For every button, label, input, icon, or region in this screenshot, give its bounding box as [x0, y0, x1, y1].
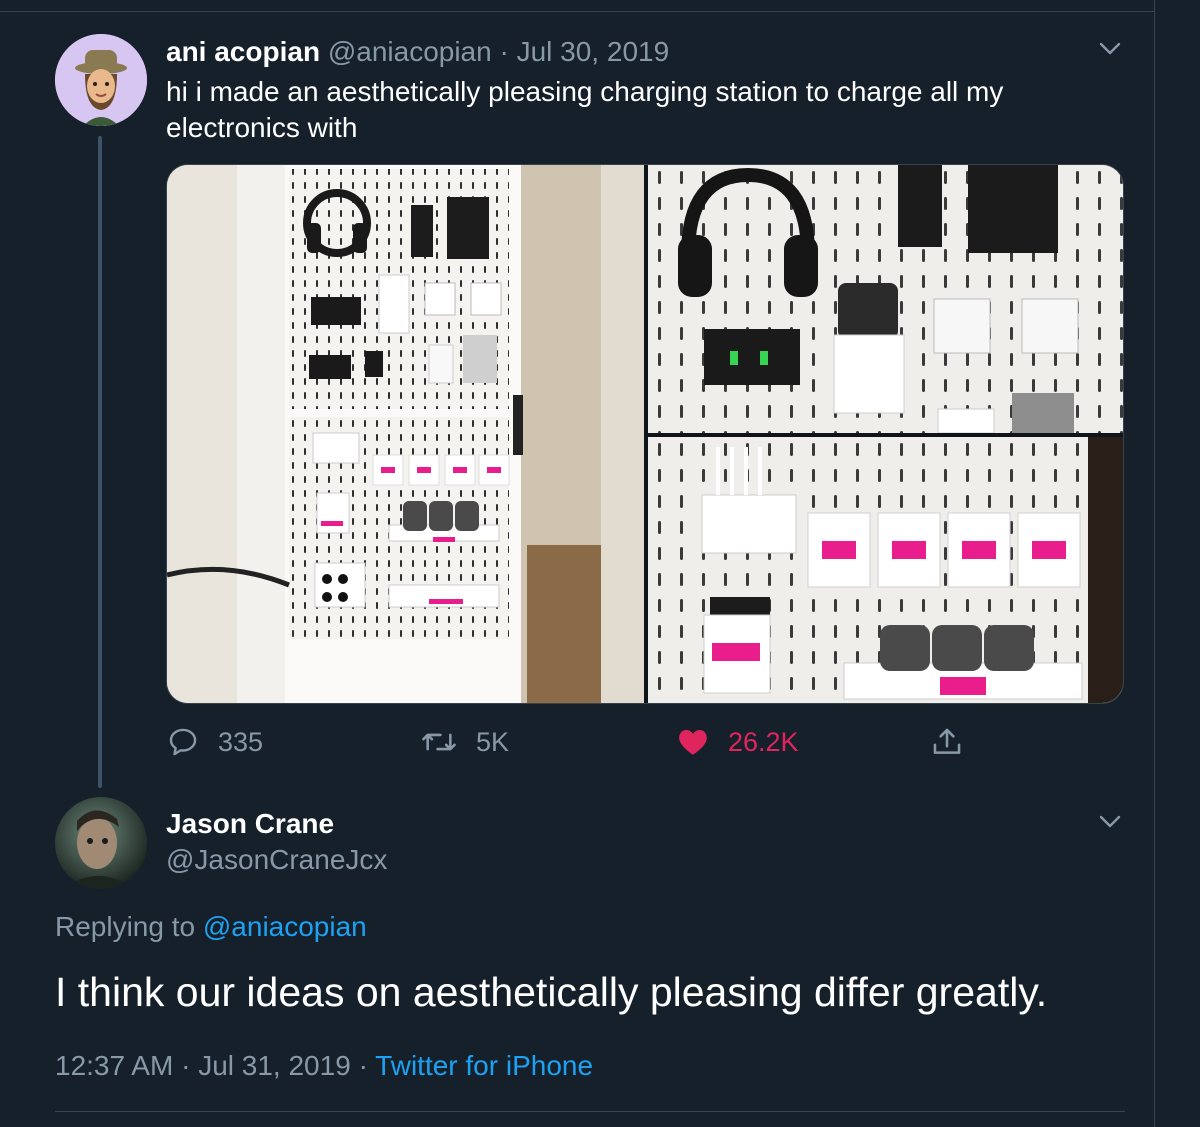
photo-headphones-closeup[interactable] — [648, 165, 1123, 434]
reply-source-link[interactable]: Twitter for iPhone — [375, 1050, 593, 1081]
reply-time[interactable]: 12:37 AM — [55, 1050, 173, 1081]
tweet-date[interactable]: Jul 30, 2019 — [517, 36, 670, 67]
replying-to-label: Replying to — [55, 911, 196, 942]
header-separator: · — [499, 36, 509, 67]
retweet-icon — [422, 733, 456, 751]
like-count: 26.2K — [728, 726, 799, 757]
author-handle[interactable]: @aniacopian — [328, 36, 492, 67]
meta-separator: · — [358, 1050, 368, 1081]
tweet-actions-bar: 335 5K 26.2K — [166, 720, 986, 764]
reply-date[interactable]: Jul 31, 2019 — [198, 1050, 351, 1081]
replying-to-line: Replying to @aniacopian — [55, 909, 367, 945]
thread-connector-line — [98, 136, 102, 788]
reply-button[interactable]: 335 — [166, 720, 263, 764]
reply-author-handle[interactable]: @JasonCraneJcx — [166, 842, 387, 878]
retweet-button[interactable]: 5K — [420, 720, 509, 764]
like-button[interactable]: 26.2K — [676, 720, 799, 764]
tweet-text: hi i made an aesthetically pleasing char… — [166, 76, 1004, 143]
photo-labeled-bins-closeup[interactable] — [648, 437, 1123, 703]
reply-author-name[interactable]: Jason Crane — [166, 806, 334, 842]
column-divider — [1154, 0, 1155, 1127]
tweet-media-grid[interactable] — [166, 164, 1124, 704]
reply-text: I think our ideas on aesthetically pleas… — [55, 969, 1048, 1015]
avatar-ani-acopian[interactable] — [55, 34, 147, 126]
reply-icon — [169, 728, 197, 756]
chevron-down-icon[interactable] — [1099, 815, 1121, 829]
chevron-down-icon[interactable] — [1099, 42, 1121, 56]
author-name[interactable]: ani acopian — [166, 36, 320, 67]
photo-pegboard-door[interactable] — [167, 165, 644, 703]
avatar-jason-crane[interactable] — [55, 797, 147, 889]
retweet-count: 5K — [476, 726, 510, 757]
meta-separator: · — [181, 1050, 191, 1081]
heart-icon — [679, 729, 707, 755]
share-icon — [933, 728, 961, 754]
top-divider — [0, 0, 1155, 12]
reply-count: 335 — [218, 726, 264, 757]
bottom-divider — [55, 1111, 1125, 1112]
memoji-avatar-image — [55, 34, 147, 126]
reply-meta: 12:37 AM · Jul 31, 2019 · Twitter for iP… — [55, 1048, 593, 1084]
profile-photo-image — [55, 797, 147, 889]
share-button[interactable] — [930, 720, 964, 764]
replying-to-link[interactable]: @aniacopian — [203, 911, 367, 942]
tweet-header: ani acopian @aniacopian · Jul 30, 2019 — [166, 34, 669, 70]
